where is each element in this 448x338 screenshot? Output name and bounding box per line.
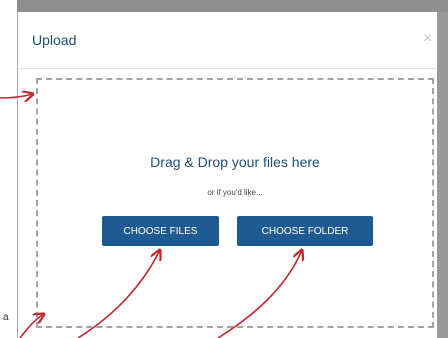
page-left-margin (0, 0, 17, 338)
drop-zone-subtext: or if you'd like... (207, 188, 263, 197)
stray-text: a (3, 312, 9, 323)
modal-header: Upload × (18, 12, 437, 69)
drop-zone-heading: Drag & Drop your files here (150, 154, 320, 170)
modal-title: Upload (32, 32, 77, 48)
choose-files-button[interactable]: CHOOSE FILES (102, 216, 219, 246)
drop-zone[interactable]: Drag & Drop your files here or if you'd … (36, 78, 434, 328)
backdrop-top (17, 0, 448, 12)
backdrop-right (437, 12, 448, 338)
choose-folder-button[interactable]: CHOOSE FOLDER (237, 216, 373, 246)
close-icon[interactable]: × (423, 31, 432, 47)
upload-modal: Upload × Drag & Drop your files here or … (17, 12, 437, 338)
